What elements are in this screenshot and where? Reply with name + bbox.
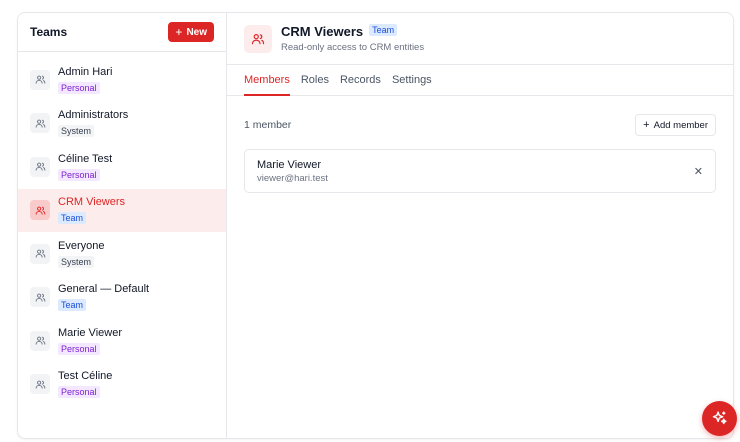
users-icon — [30, 156, 50, 177]
tab-bar: Members Roles Records Settings — [227, 65, 733, 96]
add-member-label: Add member — [653, 119, 708, 131]
sidebar-team-item[interactable]: Marie Viewer Personal — [18, 319, 226, 363]
teams-sidebar: Teams + New Admin Hari Personal Administra… — [18, 13, 227, 438]
team-name: General — Default — [58, 283, 150, 296]
team-text: Everyone System — [58, 240, 104, 268]
plus-icon: + — [175, 25, 183, 39]
sidebar-team-item[interactable]: Administrators System — [18, 102, 226, 146]
team-type-badge: Team — [58, 212, 87, 225]
sidebar-team-item[interactable]: Everyone System — [18, 232, 226, 276]
team-name: Everyone — [58, 239, 105, 252]
sidebar-header: Teams + New — [18, 13, 226, 52]
users-icon — [30, 330, 50, 351]
sidebar-team-item[interactable]: Test Céline Personal — [18, 363, 226, 407]
page-title: CRM Viewers — [281, 24, 364, 39]
team-type-badge: System — [58, 255, 95, 268]
plus-icon: + — [643, 118, 650, 131]
tab-records[interactable]: Records — [340, 65, 381, 96]
tab-roles[interactable]: Roles — [301, 65, 329, 96]
team-name: Marie Viewer — [58, 326, 122, 339]
app-window: Teams + New Admin Hari Personal Administra… — [17, 12, 734, 439]
member-card: Marie Viewer viewer@hari.test ✕ — [244, 149, 716, 193]
team-detail: CRM Viewers Team Read-only access to CRM… — [227, 13, 733, 438]
team-text: General — Default Team — [58, 283, 150, 312]
team-name: CRM Viewers — [58, 196, 126, 209]
team-type-badge: Personal — [58, 168, 100, 181]
new-button-label: New — [186, 26, 207, 38]
member-email: viewer@hari.test — [257, 172, 328, 184]
member-count: 1 member — [244, 119, 292, 131]
team-type-badge: Team — [369, 24, 398, 36]
sidebar-team-item[interactable]: CRM Viewers Team — [18, 188, 226, 232]
close-icon[interactable]: ✕ — [694, 165, 703, 178]
sidebar-title: Teams — [30, 25, 68, 39]
team-name: Admin Hari — [58, 65, 113, 78]
users-icon — [30, 287, 50, 308]
team-name: Test Céline — [58, 370, 113, 383]
sidebar-team-item[interactable]: General — Default Team — [18, 276, 226, 320]
member-name: Marie Viewer — [257, 158, 321, 171]
member-info: Marie Viewer viewer@hari.test — [257, 159, 328, 184]
team-text: Céline Test Personal — [58, 153, 112, 181]
team-list: Admin Hari Personal Administrators System Cé… — [18, 52, 226, 406]
team-text: Administrators System — [58, 109, 129, 138]
team-text: Admin Hari Personal — [58, 66, 112, 94]
team-text: Marie Viewer Personal — [58, 327, 122, 355]
users-icon — [30, 200, 50, 221]
team-type-badge: Personal — [58, 81, 100, 94]
add-member-button[interactable]: + Add member — [635, 114, 716, 136]
new-team-button[interactable]: + New — [168, 22, 214, 42]
team-description: Read-only access to CRM entities — [281, 42, 425, 53]
team-header: CRM Viewers Team Read-only access to CRM… — [227, 13, 733, 65]
members-toolbar: 1 member + Add member — [244, 114, 716, 136]
tab-members[interactable]: Members — [244, 65, 290, 96]
members-panel: 1 member + Add member Marie Viewer viewe… — [227, 96, 733, 193]
users-icon — [30, 69, 50, 90]
users-icon — [244, 24, 272, 53]
users-icon — [30, 374, 50, 395]
header-text: CRM Viewers Team Read-only access to CRM… — [281, 24, 424, 53]
sparkles-icon[interactable] — [702, 401, 737, 436]
team-name: Céline Test — [58, 152, 113, 165]
header-title-row: CRM Viewers Team — [281, 24, 424, 39]
team-text: Test Céline Personal — [58, 370, 113, 399]
users-icon — [30, 113, 50, 134]
team-type-badge: Personal — [58, 342, 100, 355]
team-name: Administrators — [58, 109, 129, 122]
sidebar-team-item[interactable]: Céline Test Personal — [18, 145, 226, 189]
team-type-badge: System — [58, 125, 95, 138]
sidebar-team-item[interactable]: Admin Hari Personal — [18, 58, 226, 102]
team-text: CRM Viewers Team — [58, 196, 126, 225]
team-type-badge: Personal — [58, 386, 100, 399]
tab-settings[interactable]: Settings — [392, 65, 432, 96]
users-icon — [30, 243, 50, 264]
team-type-badge: Team — [58, 299, 87, 312]
